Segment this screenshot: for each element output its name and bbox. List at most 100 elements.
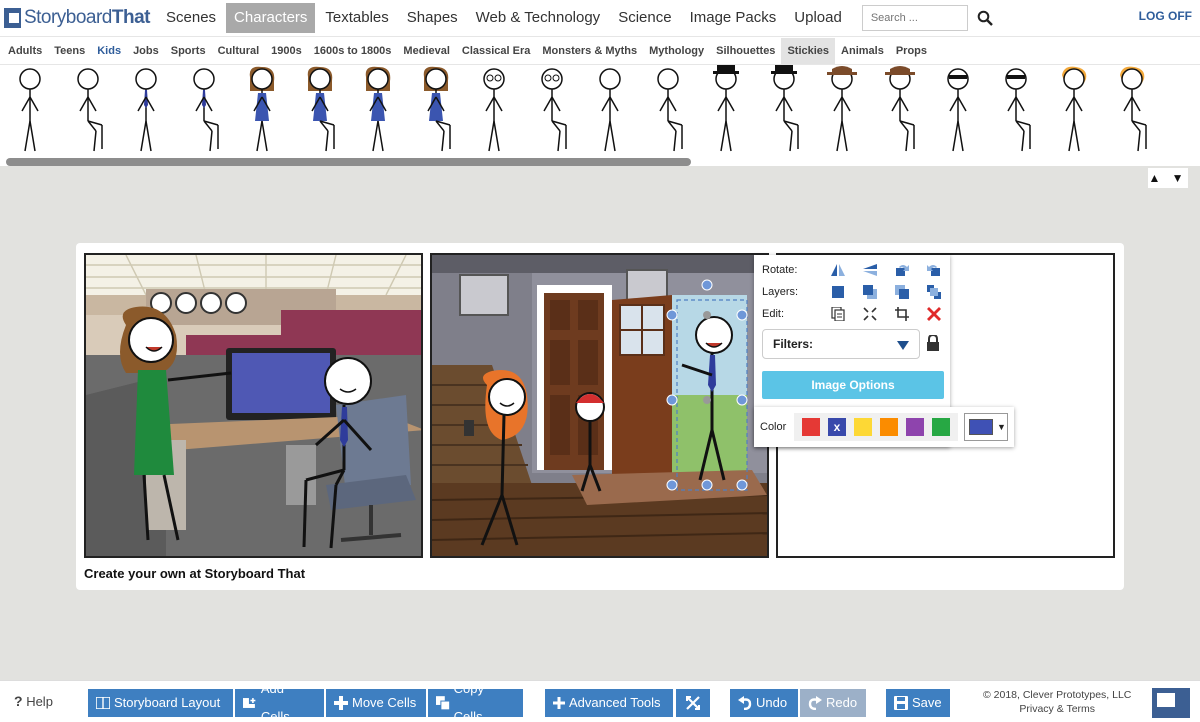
category-1600s-1800s[interactable]: 1600s to 1800s — [308, 38, 398, 64]
crop-icon[interactable] — [890, 306, 914, 322]
character-thumbnail[interactable] — [704, 65, 748, 157]
character-thumbnail[interactable] — [878, 65, 922, 157]
copy-icon[interactable] — [826, 306, 850, 322]
undo-button[interactable]: Undo — [730, 689, 798, 717]
search-input[interactable] — [861, 5, 968, 31]
character-thumbnail[interactable] — [762, 65, 806, 157]
help-link[interactable]: ? Help — [14, 693, 53, 709]
filters-label: Filters: — [773, 337, 814, 351]
flip-horizontal-icon[interactable] — [826, 262, 850, 278]
nav-textables[interactable]: Textables — [317, 3, 396, 33]
color-picker-bar: Color x ▼ — [754, 407, 1014, 447]
color-swatch[interactable]: x — [828, 418, 846, 436]
copy-cells-label: Copy Cells — [453, 681, 485, 722]
category-jobs[interactable]: Jobs — [127, 38, 165, 64]
character-thumbnail[interactable] — [588, 65, 632, 157]
copy-cells-button[interactable]: Copy Cells — [428, 681, 523, 722]
color-swatch[interactable] — [854, 418, 872, 436]
character-thumbnail[interactable] — [820, 65, 864, 157]
current-color-dropdown[interactable]: ▼ — [964, 413, 1008, 441]
search-icon[interactable] — [972, 5, 998, 31]
category-adults[interactable]: Adults — [2, 38, 48, 64]
rotate-right-icon[interactable] — [890, 262, 914, 278]
stick-figure-icon — [193, 68, 219, 152]
send-backward-icon[interactable] — [890, 284, 914, 300]
color-swatch[interactable] — [880, 418, 898, 436]
category-mythology[interactable]: Mythology — [643, 38, 710, 64]
delete-icon[interactable] — [922, 306, 946, 322]
nav-upload[interactable]: Upload — [786, 3, 850, 33]
rotate-left-icon[interactable] — [922, 262, 946, 278]
character-thumbnail[interactable] — [994, 65, 1038, 157]
nav-characters[interactable]: Characters — [226, 3, 316, 33]
category-classical-era[interactable]: Classical Era — [456, 38, 537, 64]
character-thumbnail[interactable] — [472, 65, 516, 157]
flip-vertical-icon[interactable] — [858, 262, 882, 278]
character-thumbnail[interactable] — [356, 65, 400, 157]
category-monsters-myths[interactable]: Monsters & Myths — [536, 38, 643, 64]
category-cultural[interactable]: Cultural — [212, 38, 266, 64]
move-cells-button[interactable]: Move Cells — [326, 689, 426, 717]
storyboard-cell-2[interactable] — [430, 253, 769, 558]
add-cells-button[interactable]: Add Cells — [235, 681, 324, 722]
storyboardthat-logo-icon[interactable] — [1152, 688, 1190, 718]
category-props[interactable]: Props — [890, 38, 933, 64]
character-thumbnail[interactable] — [298, 65, 342, 157]
category-sports[interactable]: Sports — [165, 38, 212, 64]
bring-to-front-icon[interactable] — [826, 284, 850, 300]
storyboard-layout-button[interactable]: Storyboard Layout — [88, 689, 233, 717]
color-swatch[interactable] — [932, 418, 950, 436]
category-medieval[interactable]: Medieval — [397, 38, 455, 64]
fullscreen-button[interactable] — [676, 689, 710, 717]
hallway-scene-illustration — [432, 255, 767, 556]
stick-figure-icon — [423, 66, 451, 152]
logoff-link[interactable]: LOG OFF — [1139, 9, 1192, 23]
storyboard-cell-1[interactable] — [84, 253, 423, 558]
character-thumbnail[interactable] — [1110, 65, 1154, 157]
filters-dropdown[interactable]: Filters: — [762, 329, 920, 359]
character-strip-scrollbar[interactable] — [6, 158, 691, 166]
stick-figure-icon — [599, 68, 621, 152]
lock-icon[interactable] — [926, 333, 940, 356]
stick-figure-icon — [771, 65, 799, 152]
resize-icon[interactable] — [858, 306, 882, 322]
redo-button[interactable]: Redo — [800, 689, 866, 717]
stick-figure-icon — [19, 68, 41, 152]
character-thumbnail[interactable] — [414, 65, 458, 157]
category-silhouettes[interactable]: Silhouettes — [710, 38, 781, 64]
stick-figure-icon — [541, 68, 567, 152]
scroll-arrows[interactable]: ▲ ▼ — [1148, 168, 1188, 188]
nav-science[interactable]: Science — [610, 3, 679, 33]
image-options-button[interactable]: Image Options — [762, 371, 944, 399]
character-thumbnail[interactable] — [530, 65, 574, 157]
nav-shapes[interactable]: Shapes — [399, 3, 466, 33]
character-thumbnail[interactable] — [936, 65, 980, 157]
help-label: Help — [26, 694, 53, 709]
nav-image-packs[interactable]: Image Packs — [682, 3, 785, 33]
stick-figure-icon — [1062, 66, 1087, 152]
category-animals[interactable]: Animals — [835, 38, 890, 64]
character-thumbnail[interactable] — [240, 65, 284, 157]
advanced-tools-button[interactable]: Advanced Tools — [545, 689, 673, 717]
character-thumbnail[interactable] — [66, 65, 110, 157]
category-kids[interactable]: Kids — [91, 38, 127, 64]
send-to-back-icon[interactable] — [922, 284, 946, 300]
character-thumbnail[interactable] — [182, 65, 226, 157]
category-teens[interactable]: Teens — [48, 38, 91, 64]
redo-icon — [808, 696, 822, 710]
save-button[interactable]: Save — [886, 689, 950, 717]
nav-scenes[interactable]: Scenes — [158, 3, 224, 33]
character-thumbnail[interactable] — [8, 65, 52, 157]
character-thumbnail[interactable] — [1052, 65, 1096, 157]
stick-figure-icon — [713, 65, 739, 152]
privacy-terms-link[interactable]: Privacy & Terms — [983, 702, 1131, 716]
character-thumbnail[interactable] — [646, 65, 690, 157]
bring-forward-icon[interactable] — [858, 284, 882, 300]
color-swatch[interactable] — [802, 418, 820, 436]
storyboardthat-logo[interactable]: StoryboardThat — [4, 4, 151, 32]
nav-web-technology[interactable]: Web & Technology — [468, 3, 609, 33]
character-thumbnail[interactable] — [124, 65, 168, 157]
category-1900s[interactable]: 1900s — [265, 38, 308, 64]
category-stickies[interactable]: Stickies — [781, 37, 836, 64]
color-swatch[interactable] — [906, 418, 924, 436]
